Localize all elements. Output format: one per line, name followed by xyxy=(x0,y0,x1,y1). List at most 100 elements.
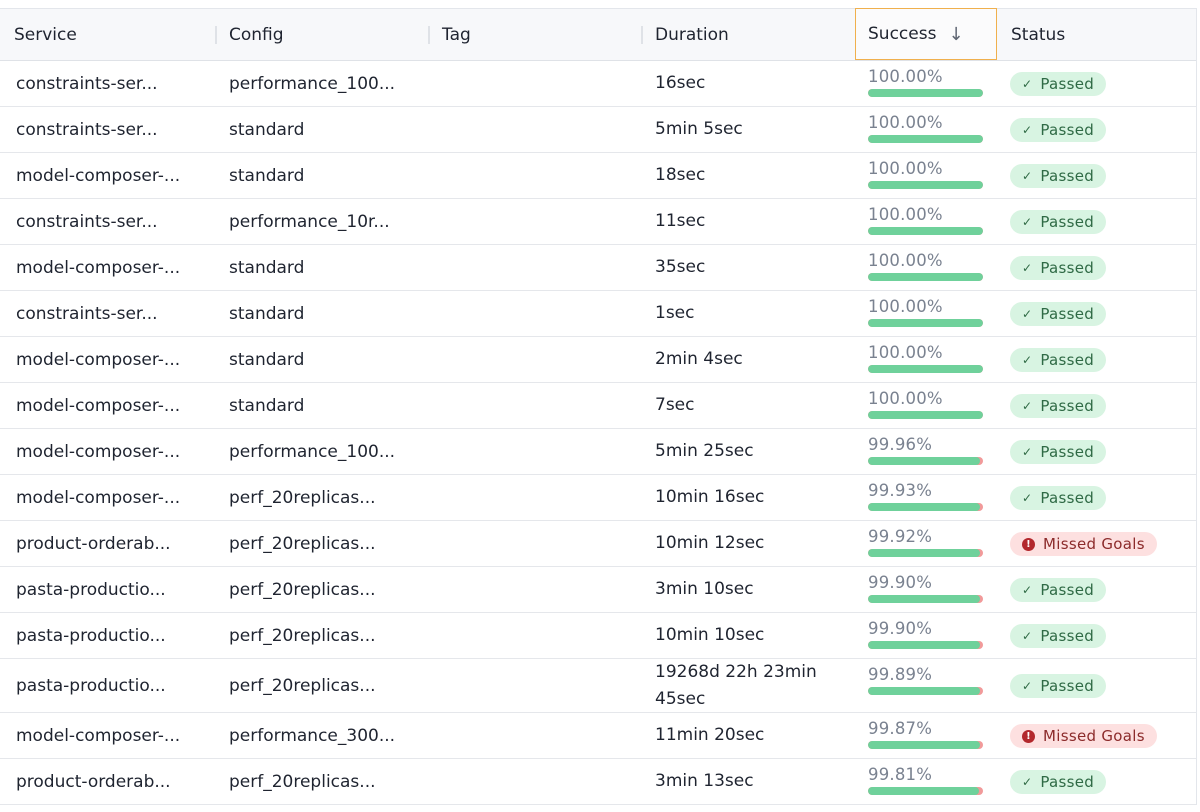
table-row[interactable]: pasta-productio... perf_20replicas... 3min… xyxy=(0,567,1196,613)
status-label: Passed xyxy=(1040,75,1095,93)
success-cell: 99.81% xyxy=(868,765,986,795)
cell-duration: 3min 13sec xyxy=(655,771,754,791)
cell-service: model-composer-... xyxy=(16,487,181,508)
cell-config: standard xyxy=(229,165,305,186)
column-header-service[interactable]: Service xyxy=(0,9,215,60)
cell-tag xyxy=(428,291,641,336)
success-cell: 99.96% xyxy=(868,435,986,465)
table-row[interactable]: model-composer-... performance_100... 5min… xyxy=(0,429,1196,475)
status-label: Passed xyxy=(1040,443,1095,461)
success-progress-bar xyxy=(868,549,983,557)
cell-config: perf_20replicas... xyxy=(229,675,376,696)
status-label: Missed Goals xyxy=(1043,727,1145,745)
cell-tag xyxy=(428,713,641,758)
status-label: Passed xyxy=(1040,627,1095,645)
success-percent: 99.90% xyxy=(868,619,933,638)
table-row[interactable]: product-orderab... perf_20replicas... 10mi… xyxy=(0,521,1196,567)
table-body: constraints-ser... performance_100... 16se… xyxy=(0,61,1196,805)
table-row[interactable]: pasta-productio... perf_20replicas... 1926… xyxy=(0,659,1196,713)
cell-tag xyxy=(428,613,641,658)
cell-config: standard xyxy=(229,119,305,140)
column-header-label: Success xyxy=(868,24,937,44)
cell-service: model-composer-... xyxy=(16,725,181,746)
column-header-success[interactable]: Success ↓ xyxy=(855,8,997,60)
status-label: Missed Goals xyxy=(1043,535,1145,553)
table-row[interactable]: constraints-ser... performance_10r... 11se… xyxy=(0,199,1196,245)
cell-duration: 11sec xyxy=(655,211,706,231)
success-percent: 99.93% xyxy=(868,481,933,500)
status-label: Passed xyxy=(1040,773,1095,791)
column-header-config[interactable]: Config xyxy=(215,9,428,60)
cell-tag xyxy=(428,61,641,106)
column-header-duration[interactable]: Duration xyxy=(641,9,855,60)
table-row[interactable]: model-composer-... perf_20replicas... 10mi… xyxy=(0,475,1196,521)
success-cell: 100.00% xyxy=(868,251,986,281)
check-icon: ✓ xyxy=(1022,215,1033,229)
table-row[interactable]: model-composer-... performance_300... 11mi… xyxy=(0,713,1196,759)
cell-config: perf_20replicas... xyxy=(229,487,376,508)
column-header-label: Service xyxy=(14,24,77,45)
success-cell: 99.90% xyxy=(868,619,986,649)
status-badge: ✓ Passed xyxy=(1010,118,1107,142)
status-badge: ✓ Passed xyxy=(1010,486,1107,510)
status-badge: ✓ Passed xyxy=(1010,302,1107,326)
success-percent: 100.00% xyxy=(868,159,943,178)
success-progress-fill xyxy=(868,411,983,419)
cell-service: model-composer-... xyxy=(16,257,181,278)
check-icon: ✓ xyxy=(1022,307,1033,321)
table-row[interactable]: model-composer-... standard 18sec 100.00% ✓ P… xyxy=(0,153,1196,199)
check-icon: ✓ xyxy=(1022,399,1033,413)
table-row[interactable]: model-composer-... standard 35sec 100.00% ✓ P… xyxy=(0,245,1196,291)
table-row[interactable]: model-composer-... standard 7sec 100.00% ✓ Pa… xyxy=(0,383,1196,429)
status-label: Passed xyxy=(1040,397,1095,415)
success-percent: 99.96% xyxy=(868,435,933,454)
table-row[interactable]: constraints-ser... performance_100... 16se… xyxy=(0,61,1196,107)
success-cell: 100.00% xyxy=(868,159,986,189)
success-percent: 99.90% xyxy=(868,573,933,592)
success-percent: 100.00% xyxy=(868,251,943,270)
column-header-label: Duration xyxy=(655,24,729,45)
cell-duration: 16sec xyxy=(655,73,706,93)
cell-config: performance_100... xyxy=(229,73,396,94)
status-label: Passed xyxy=(1040,677,1095,695)
cell-tag xyxy=(428,107,641,152)
success-cell: 99.92% xyxy=(868,527,986,557)
success-progress-fill xyxy=(868,687,981,695)
cell-tag xyxy=(428,429,641,474)
cell-tag xyxy=(428,659,641,712)
check-icon: ✓ xyxy=(1022,353,1033,367)
cell-duration: 5min 5sec xyxy=(655,119,743,139)
success-progress-fill xyxy=(868,457,981,465)
cell-service: model-composer-... xyxy=(16,165,181,186)
status-label: Passed xyxy=(1040,213,1095,231)
success-percent: 99.81% xyxy=(868,765,933,784)
success-progress-fill xyxy=(868,741,980,749)
success-cell: 99.89% xyxy=(868,665,986,695)
status-badge: ✓ Passed xyxy=(1010,72,1107,96)
success-progress-fill xyxy=(868,135,983,143)
table-row[interactable]: pasta-productio... perf_20replicas... 10mi… xyxy=(0,613,1196,659)
status-badge: ! Missed Goals xyxy=(1010,532,1157,556)
status-badge: ✓ Passed xyxy=(1010,578,1107,602)
cell-duration: 11min 20sec xyxy=(655,725,765,745)
table-row[interactable]: product-orderab... perf_20replicas... 3min… xyxy=(0,759,1196,805)
success-progress-fill xyxy=(868,365,983,373)
cell-duration: 10min 16sec xyxy=(655,487,765,507)
table-row[interactable]: constraints-ser... standard 1sec 100.00% ✓ Pa… xyxy=(0,291,1196,337)
results-table: Service Config Tag Duration Success ↓ St… xyxy=(0,8,1197,805)
column-header-status[interactable]: Status xyxy=(997,9,1196,60)
success-cell: 99.90% xyxy=(868,573,986,603)
table-row[interactable]: constraints-ser... standard 5min 5sec 100.0… xyxy=(0,107,1196,153)
arrow-down-icon[interactable]: ↓ xyxy=(948,24,963,45)
success-percent: 100.00% xyxy=(868,389,943,408)
check-icon: ✓ xyxy=(1022,261,1033,275)
cell-tag xyxy=(428,383,641,428)
status-badge: ✓ Passed xyxy=(1010,164,1107,188)
cell-tag xyxy=(428,521,641,566)
cell-service: pasta-productio... xyxy=(16,675,166,696)
column-header-tag[interactable]: Tag xyxy=(428,9,641,60)
table-row[interactable]: model-composer-... standard 2min 4sec 100.0… xyxy=(0,337,1196,383)
success-progress-bar xyxy=(868,319,983,327)
table-header: Service Config Tag Duration Success ↓ St… xyxy=(0,8,1196,61)
success-progress-fill xyxy=(868,595,981,603)
